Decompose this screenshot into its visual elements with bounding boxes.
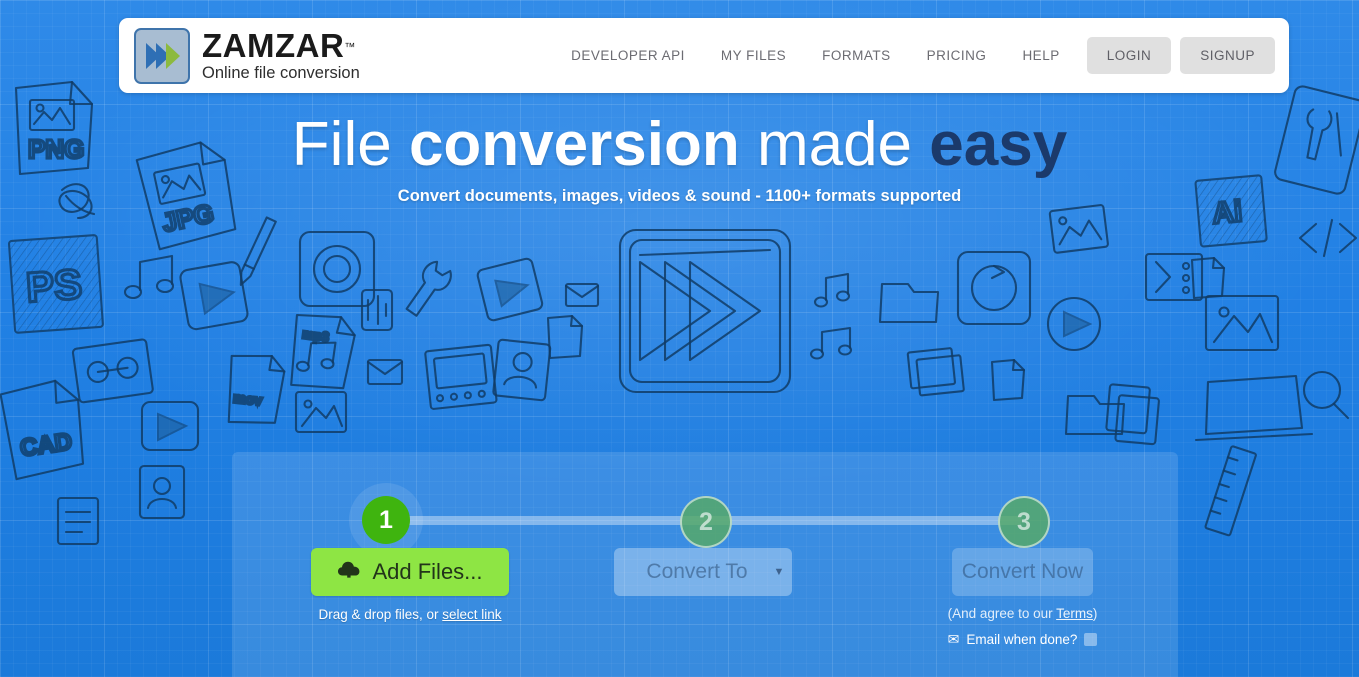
terms-agreement: (And agree to our Terms) (930, 606, 1115, 621)
nav-link-help[interactable]: HELP (1004, 48, 1077, 63)
nav-link-developer-api[interactable]: DEVELOPER API (553, 48, 703, 63)
headline-part-2: conversion (408, 110, 757, 179)
envelope-icon: ✉ (947, 631, 960, 647)
headline-part-1: File (291, 110, 409, 179)
main-navigation: DEVELOPER API MY FILES FORMATS PRICING H… (553, 37, 1275, 74)
terms-suffix: ) (1092, 606, 1098, 621)
brand-trademark: ™ (344, 41, 356, 54)
login-button[interactable]: LOGIN (1086, 37, 1172, 74)
headline-part-4: easy (929, 110, 1068, 179)
step-1-column: Add Files... Drag & drop files, or selec… (310, 548, 510, 622)
brand-tagline: Online file conversion (202, 64, 360, 83)
converter-panel: 1 2 3 Add Files... Drag & drop files, or… (232, 452, 1178, 677)
terms-prefix: (And agree to our (947, 606, 1057, 621)
step-indicator: 1 2 3 (232, 474, 1178, 548)
select-link[interactable]: select link (442, 607, 501, 622)
convert-to-select[interactable]: Convert To ▼ (614, 548, 792, 596)
drag-drop-text: Drag & drop files, or (318, 607, 443, 622)
terms-link[interactable]: Terms (1056, 606, 1093, 621)
step-3-indicator[interactable]: 3 (998, 496, 1050, 548)
convert-now-button[interactable]: Convert Now (952, 548, 1093, 596)
page-title: File conversion made easy (0, 112, 1359, 177)
headline-part-3: made (756, 110, 930, 179)
caret-down-icon: ▼ (773, 566, 785, 578)
step-2-column: Convert To ▼ (614, 548, 796, 596)
nav-link-my-files[interactable]: MY FILES (703, 48, 804, 63)
email-when-done-row: ✉ Email when done? (930, 631, 1115, 648)
page-subtitle: Convert documents, images, videos & soun… (397, 187, 962, 206)
email-when-done-checkbox[interactable] (1084, 633, 1098, 646)
email-when-done-label: Email when done? (966, 632, 1078, 647)
site-header: ZAMZAR™ Online file conversion DEVELOPER… (119, 18, 1289, 93)
convert-to-label: Convert To (646, 560, 748, 583)
step-2-indicator[interactable]: 2 (680, 496, 732, 548)
zamzar-chevrons-logo-icon (134, 27, 190, 84)
brand-name: ZAMZAR (202, 27, 345, 65)
convert-now-label: Convert Now (961, 560, 1084, 583)
nav-link-formats[interactable]: FORMATS (804, 48, 909, 63)
cloud-upload-icon (337, 559, 361, 585)
signup-button[interactable]: SIGNUP (1180, 37, 1275, 74)
add-files-button[interactable]: Add Files... (311, 548, 509, 596)
step-3-column: Convert Now (And agree to our Terms) ✉ E… (930, 548, 1115, 648)
brand-logo[interactable]: ZAMZAR™ Online file conversion (134, 27, 360, 84)
nav-link-pricing[interactable]: PRICING (909, 48, 1005, 63)
drag-drop-hint: Drag & drop files, or select link (310, 607, 510, 622)
hero-section: File conversion made easy Convert docume… (0, 112, 1359, 206)
step-1-indicator[interactable]: 1 (362, 496, 410, 544)
add-files-label: Add Files... (372, 559, 483, 584)
